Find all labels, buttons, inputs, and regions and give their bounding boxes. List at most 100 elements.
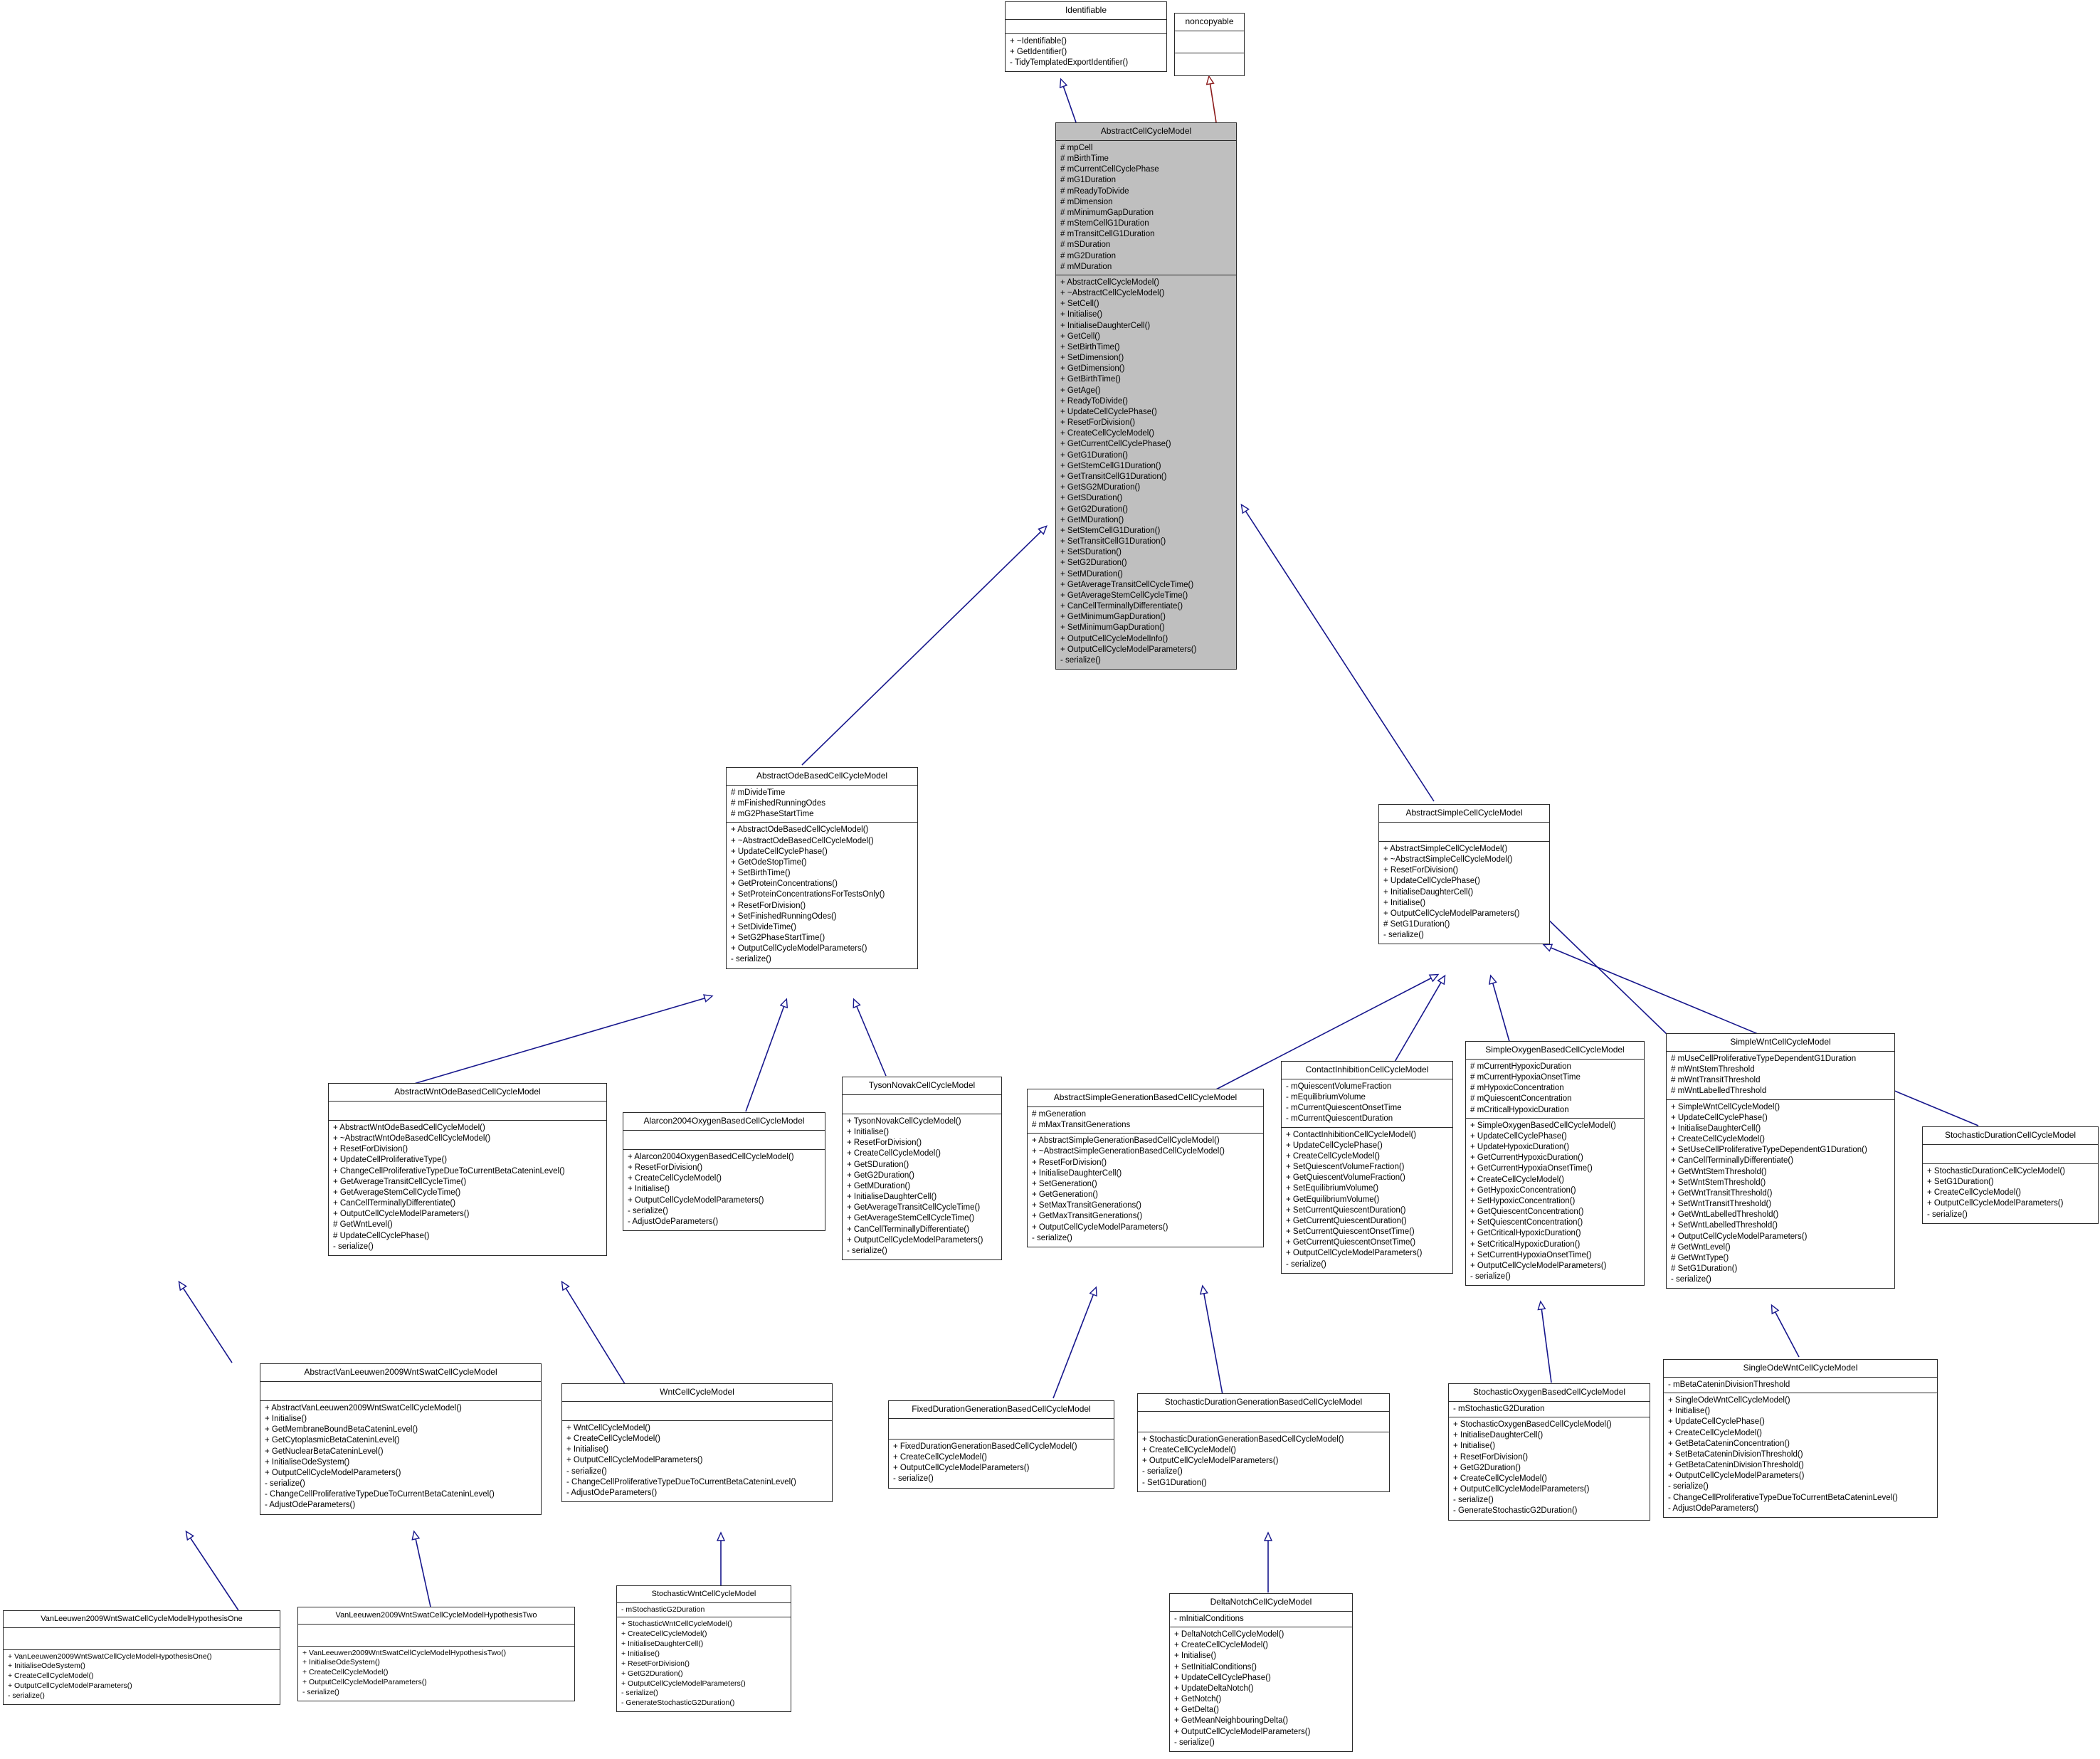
operation-row: + SetBirthTime() xyxy=(731,869,791,878)
attribute-row: # mCurrentHypoxicDuration xyxy=(1470,1062,1571,1071)
operation-row: + AbstractWntOdeBasedCellCycleModel() xyxy=(333,1123,485,1132)
operation-row: - ChangeCellProliferativeTypeDueToCurren… xyxy=(566,1477,796,1486)
operation-row: + UpdateCellCyclePhase() xyxy=(731,847,828,856)
class-box-noncopyable[interactable]: noncopyable xyxy=(1174,13,1245,76)
operation-row: - serialize() xyxy=(333,1242,374,1251)
operation-row: + UpdateCellCyclePhase() xyxy=(1060,407,1157,416)
class-title: AbstractSimpleCellCycleModel xyxy=(1379,805,1549,823)
class-operations: + AbstractSimpleCellCycleModel() + ~Abst… xyxy=(1379,842,1549,944)
operation-row: # GetWntLevel() xyxy=(333,1220,393,1230)
attribute-row: - mCurrentQuiescentOnsetTime xyxy=(1286,1104,1402,1113)
operation-row: - ChangeCellProliferativeTypeDueToCurren… xyxy=(1668,1493,1898,1502)
operation-row: + GetSG2MDuration() xyxy=(1060,483,1141,492)
operation-row: + InitialiseDaughterCell() xyxy=(847,1193,937,1202)
attribute-row: # mG2PhaseStartTime xyxy=(731,810,814,819)
class-box-stochasticdurationcellcyclemodel[interactable]: StochasticDurationCellCycleModel + Stoch… xyxy=(1922,1126,2099,1224)
attribute-row: # mReadyToDivide xyxy=(1060,186,1129,196)
attribute-row: - mStochasticG2Duration xyxy=(1453,1404,1545,1413)
operation-row: + GetQuiescentConcentration() xyxy=(1470,1208,1584,1217)
class-operations: + ~Identifiable() + GetIdentifier() - Ti… xyxy=(1006,34,1166,72)
operation-row: + GetMembraneBoundBetaCateninLevel() xyxy=(265,1425,418,1435)
operation-row: + GetBetaCateninDivisionThreshold() xyxy=(1668,1461,1804,1470)
class-box-identifiable[interactable]: Identifiable + ~Identifiable() + GetIden… xyxy=(1005,1,1167,73)
operation-row: - serialize() xyxy=(1453,1496,1494,1505)
class-box-simpleoxygenbasedcellcyclemodel[interactable]: SimpleOxygenBasedCellCycleModel # mCurre… xyxy=(1465,1041,1645,1287)
operation-row: + SimpleOxygenBasedCellCycleModel() xyxy=(1470,1121,1616,1130)
operation-row: + Initialise() xyxy=(621,1649,660,1658)
operation-row: + ChangeCellProliferativeTypeDueToCurren… xyxy=(333,1166,565,1176)
attribute-row: # mSDuration xyxy=(1060,241,1111,250)
operation-row: + SetHypoxicConcentration() xyxy=(1470,1196,1576,1205)
class-box-abstractvanleeuwen2009wntswatcellcyclemodel[interactable]: AbstractVanLeeuwen2009WntSwatCellCycleMo… xyxy=(260,1363,542,1515)
operation-row: + SetMaxTransitGenerations() xyxy=(1032,1201,1141,1210)
operation-row: + GetQuiescentVolumeFraction() xyxy=(1286,1173,1405,1183)
operation-row: + SetCurrentQuiescentDuration() xyxy=(1286,1205,1406,1215)
operation-row: + CreateCellCycleModel() xyxy=(1060,429,1154,438)
operation-row: + OutputCellCycleModelParameters() xyxy=(1174,1727,1311,1736)
operation-row: + InitialiseOdeSystem() xyxy=(8,1662,85,1671)
operation-row: + SetStemCellG1Duration() xyxy=(1060,526,1161,535)
class-box-singleodewntcellcyclemodel[interactable]: SingleOdeWntCellCycleModel - mBetaCateni… xyxy=(1663,1359,1938,1518)
class-box-abstractsimplecellcyclemodel[interactable]: AbstractSimpleCellCycleModel + AbstractS… xyxy=(1378,804,1550,945)
attribute-row: # mUseCellProliferativeTypeDependentG1Du… xyxy=(1671,1054,1857,1063)
class-operations: + SimpleWntCellCycleModel() + UpdateCell… xyxy=(1667,1100,1894,1289)
operation-row: + OutputCellCycleModelParameters() xyxy=(1927,1199,2064,1208)
operation-row: + FixedDurationGenerationBasedCellCycleM… xyxy=(893,1442,1077,1451)
class-attributes xyxy=(298,1625,574,1647)
class-box-vanleeuwen2009wntswatcellcyclemodelhypothesistwo[interactable]: VanLeeuwen2009WntSwatCellCycleModelHypot… xyxy=(297,1607,575,1701)
class-box-abstractsimplegenerationbasedcellcyclemodel[interactable]: AbstractSimpleGenerationBasedCellCycleMo… xyxy=(1027,1089,1264,1247)
class-box-contactinhibitioncellcyclemodel[interactable]: ContactInhibitionCellCycleModel - mQuies… xyxy=(1281,1061,1453,1274)
operation-row: + SetUseCellProliferativeTypeDependentG1… xyxy=(1671,1146,1867,1155)
class-operations: + ContactInhibitionCellCycleModel() + Up… xyxy=(1282,1128,1452,1273)
class-box-wntcellcyclemodel[interactable]: WntCellCycleModel + WntCellCycleModel() … xyxy=(561,1383,833,1503)
class-box-deltanotchcellcyclemodel[interactable]: DeltaNotchCellCycleModel - mInitialCondi… xyxy=(1169,1593,1353,1752)
class-attributes xyxy=(1379,823,1549,842)
operation-row: + SetCell() xyxy=(1060,300,1099,309)
class-attributes: - mInitialConditions xyxy=(1170,1612,1352,1627)
class-title: FixedDurationGenerationBasedCellCycleMod… xyxy=(889,1401,1114,1419)
operation-row: + CreateCellCycleModel() xyxy=(1174,1641,1268,1650)
operation-row: + GetWntLabelledThreshold() xyxy=(1671,1210,1779,1220)
class-box-stochasticwntcellcyclemodel[interactable]: StochasticWntCellCycleModel - mStochasti… xyxy=(616,1585,791,1713)
operation-row: # SetG1Duration() xyxy=(1671,1264,1738,1274)
operation-row: + StochasticDurationCellCycleModel() xyxy=(1927,1166,2065,1176)
operation-row: + GetMinimumGapDuration() xyxy=(1060,613,1166,622)
class-box-abstractcellcyclemodel[interactable]: AbstractCellCycleModel # mpCell # mBirth… xyxy=(1055,122,1237,670)
operation-row: + SetQuiescentConcentration() xyxy=(1470,1218,1583,1227)
operation-row: + OutputCellCycleModelParameters() xyxy=(1453,1485,1590,1494)
operation-row: + SetMDuration() xyxy=(1060,569,1123,579)
class-box-tysonnovakcellcyclemodel[interactable]: TysonNovakCellCycleModel + TysonNovakCel… xyxy=(842,1077,1002,1261)
operation-row: + InitialiseDaughterCell() xyxy=(621,1639,704,1649)
operation-row: + GetCurrentHypoxiaOnsetTime() xyxy=(1470,1164,1593,1173)
attribute-row: # mG2Duration xyxy=(1060,251,1116,260)
operation-row: + ResetForDivision() xyxy=(847,1139,922,1148)
operation-row: - serialize() xyxy=(1286,1259,1326,1269)
operation-row: - serialize() xyxy=(1142,1467,1183,1477)
operation-row: + InitialiseOdeSystem() xyxy=(302,1658,380,1667)
class-box-abstractodebasedcellcyclemodel[interactable]: AbstractOdeBasedCellCycleModel # mDivide… xyxy=(726,767,918,969)
operation-row: + SetCurrentHypoxiaOnsetTime() xyxy=(1470,1250,1592,1259)
operation-row: + OutputCellCycleModelParameters() xyxy=(8,1681,132,1691)
class-box-abstractwntodebasedcellcyclemodel[interactable]: AbstractWntOdeBasedCellCycleModel + Abst… xyxy=(328,1083,607,1256)
class-box-stochasticdurationgenerationbasedcellcyclemodel[interactable]: StochasticDurationGenerationBasedCellCyc… xyxy=(1137,1393,1390,1492)
operation-row: - serialize() xyxy=(731,955,771,964)
operation-row: + SimpleWntCellCycleModel() xyxy=(1671,1102,1780,1111)
operation-row: + OutputCellCycleModelParameters() xyxy=(1032,1222,1168,1232)
class-box-alarcon2004oxygenbasedcellcyclemodel[interactable]: Alarcon2004OxygenBasedCellCycleModel + A… xyxy=(623,1112,825,1232)
attribute-row: # mDivideTime xyxy=(731,788,786,797)
operation-row: + GetMeanNeighbouringDelta() xyxy=(1174,1716,1289,1726)
operation-row: + SetMinimumGapDuration() xyxy=(1060,623,1165,633)
operation-row: + CreateCellCycleModel() xyxy=(1668,1428,1762,1437)
class-box-fixeddurationgenerationbasedcellcyclemodel[interactable]: FixedDurationGenerationBasedCellCycleMod… xyxy=(888,1400,1114,1489)
operation-row: + ResetForDivision() xyxy=(333,1145,408,1154)
class-box-simplewntcellcyclemodel[interactable]: SimpleWntCellCycleModel # mUseCellProlif… xyxy=(1666,1033,1895,1289)
class-operations: + StochasticWntCellCycleModel() + Create… xyxy=(617,1617,791,1711)
operation-row: + GetBetaCateninConcentration() xyxy=(1668,1439,1790,1448)
attribute-row: # mFinishedRunningOdes xyxy=(731,799,825,808)
operation-row: - ChangeCellProliferativeTypeDueToCurren… xyxy=(265,1490,495,1499)
operation-row: - serialize() xyxy=(8,1691,45,1700)
class-box-vanleeuwen2009wntswatcellcyclemodelhypothesisone[interactable]: VanLeeuwen2009WntSwatCellCycleModelHypot… xyxy=(3,1610,280,1705)
class-box-stochasticoxygenbasedcellcyclemodel[interactable]: StochasticOxygenBasedCellCycleModel - mS… xyxy=(1448,1383,1650,1521)
operation-row: + GetAverageStemCellCycleTime() xyxy=(333,1188,461,1197)
operation-row: - GenerateStochasticG2Duration() xyxy=(1453,1506,1578,1516)
